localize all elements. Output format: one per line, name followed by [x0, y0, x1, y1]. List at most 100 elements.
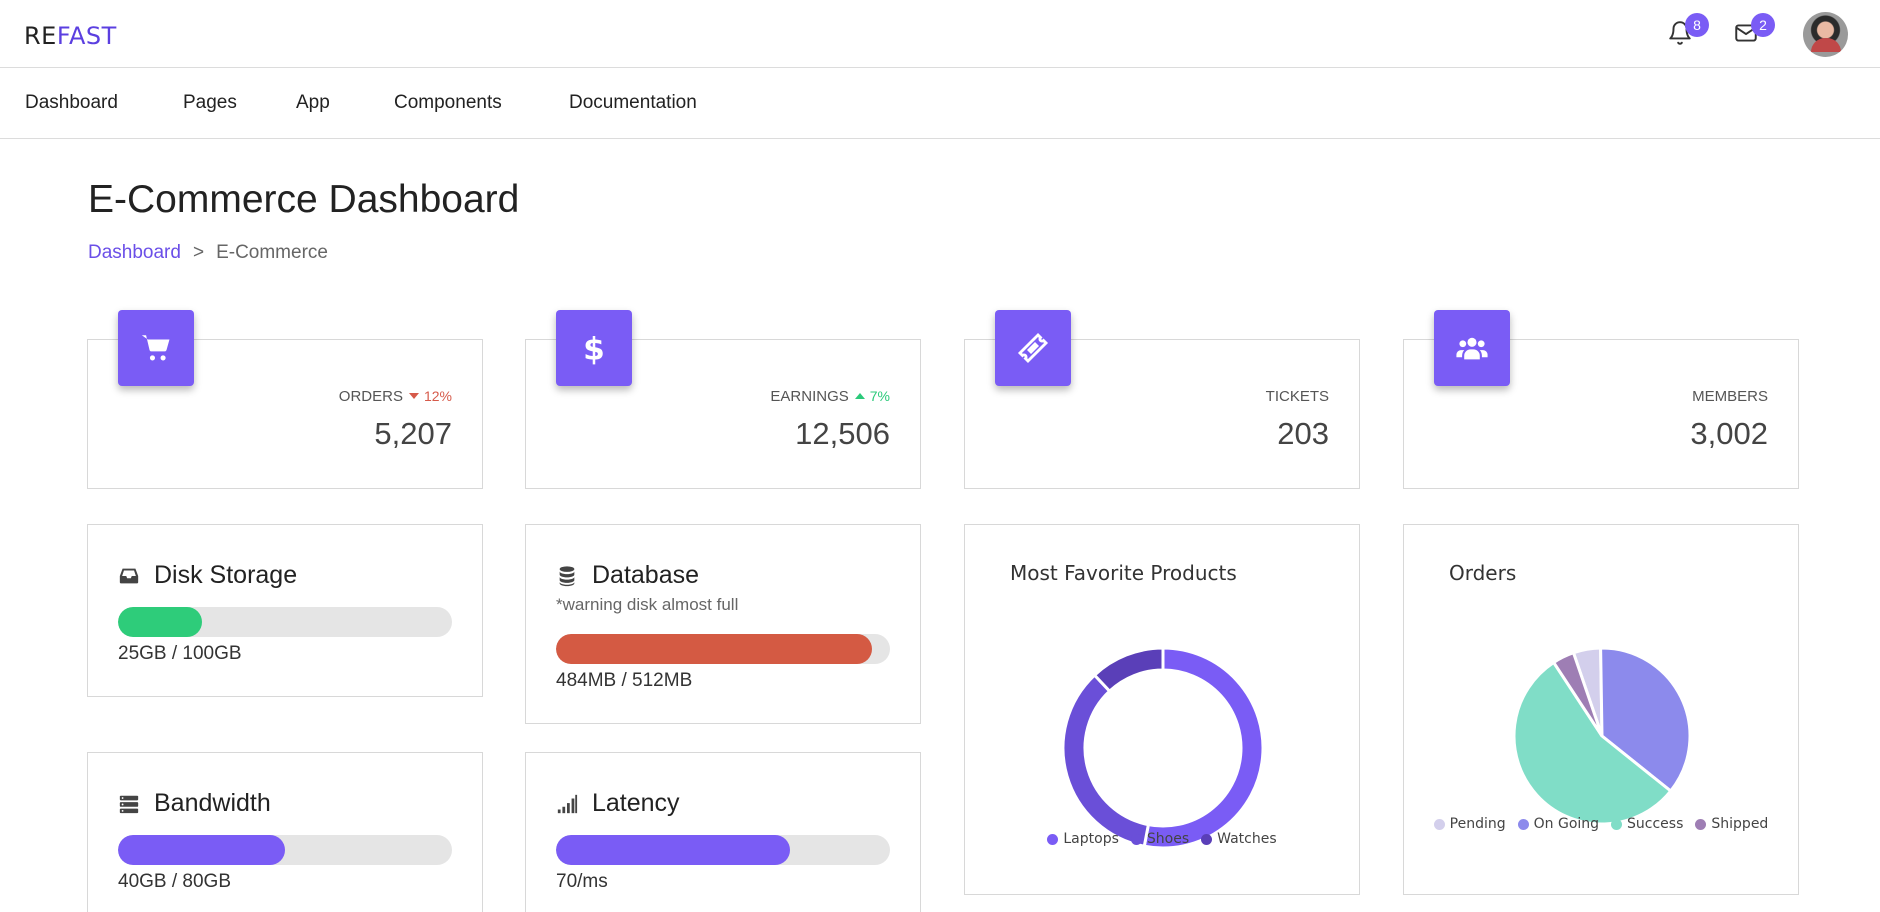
- orders-chart-card: Orders Pending On Going Success Shipped: [1403, 524, 1799, 895]
- latency-progress-fill: [556, 835, 790, 865]
- nav-item-components[interactable]: Components: [394, 92, 502, 114]
- trend-down-icon: [408, 393, 419, 399]
- users-icon: [1456, 337, 1488, 360]
- nav-item-dashboard[interactable]: Dashboard: [25, 92, 118, 114]
- bandwidth-card: Bandwidth 40GB / 80GB: [87, 752, 483, 912]
- disk-storage-title-row: Disk Storage: [118, 561, 297, 590]
- legend-item-success[interactable]: Success: [1611, 816, 1683, 833]
- orders-trend-value: 12%: [423, 388, 452, 404]
- latency-title: Latency: [592, 789, 680, 817]
- database-title-row: Database: [556, 561, 699, 590]
- legend-marker: [1695, 819, 1707, 830]
- database-icon: [559, 565, 575, 586]
- orders-trend: 12%: [408, 388, 452, 404]
- trend-up-icon: [854, 393, 865, 399]
- disk-storage-progress: [118, 607, 452, 637]
- breadcrumb-link-dashboard[interactable]: Dashboard: [88, 242, 181, 263]
- svg-text:$: $: [583, 331, 605, 365]
- nav-item-documentation[interactable]: Documentation: [569, 92, 697, 114]
- members-icon-box: [1434, 310, 1510, 386]
- logo[interactable]: REFAST: [24, 22, 117, 50]
- earnings-icon-box: $: [556, 310, 632, 386]
- orders-label: ORDERS: [338, 388, 403, 405]
- latency-card: Latency 70/ms: [525, 752, 921, 912]
- signal-icon: [557, 794, 578, 813]
- legend-item-shipped[interactable]: Shipped: [1695, 816, 1768, 833]
- nav-item-app[interactable]: App: [296, 92, 330, 114]
- members-value: 3,002: [1690, 416, 1768, 451]
- breadcrumb-current: E-Commerce: [216, 242, 328, 263]
- bandwidth-progress: [118, 835, 452, 865]
- database-progress-fill: [556, 634, 872, 664]
- orders-label-row: ORDERS 12%: [339, 388, 452, 405]
- earnings-label: EARNINGS: [770, 388, 849, 405]
- logo-accent: FAST: [56, 22, 117, 50]
- favorite-products-legend: Laptops Shoes Watches: [965, 831, 1359, 849]
- legend-marker: [1130, 834, 1142, 845]
- cart-icon: [141, 335, 170, 361]
- latency-value: 70/ms: [556, 871, 608, 892]
- avatar[interactable]: [1803, 12, 1848, 57]
- legend-label: Success: [1627, 816, 1684, 832]
- legend-item-shoes[interactable]: Shoes: [1130, 831, 1190, 848]
- members-label: MEMBERS: [1692, 388, 1768, 405]
- database-card: Database *warning disk almost full 484MB…: [525, 524, 921, 724]
- disk-storage-title: Disk Storage: [154, 561, 298, 589]
- notifications-button[interactable]: 8: [1667, 13, 1709, 48]
- legend-item-pending[interactable]: Pending: [1433, 816, 1506, 833]
- breadcrumb-separator: >: [192, 242, 205, 263]
- server-icon: [119, 795, 139, 813]
- top-bar: REFAST 8 2: [0, 0, 1880, 68]
- bandwidth-progress-fill: [118, 835, 285, 865]
- legend-label: Watches: [1217, 831, 1277, 847]
- bandwidth-value: 40GB / 80GB: [118, 871, 232, 892]
- orders-value: 5,207: [374, 416, 452, 451]
- orders-stat-card: ORDERS 12% 5,207: [87, 310, 483, 489]
- earnings-label-row: EARNINGS 7%: [770, 388, 890, 405]
- legend-marker: [1611, 819, 1623, 830]
- legend-label: Pending: [1449, 816, 1506, 832]
- members-label-row: MEMBERS: [1692, 388, 1768, 405]
- latency-title-row: Latency: [556, 789, 680, 818]
- earnings-stat-card: $ EARNINGS 7% 12,506: [525, 310, 921, 489]
- tickets-label: TICKETS: [1265, 388, 1329, 405]
- legend-label: Laptops: [1063, 831, 1119, 847]
- bandwidth-title-row: Bandwidth: [118, 789, 271, 818]
- logo-prefix: RE: [24, 22, 57, 50]
- orders-icon-box: [118, 310, 194, 386]
- tickets-label-row: TICKETS: [1266, 388, 1329, 405]
- slice-shoes[interactable]: [1061, 672, 1151, 848]
- legend-marker: [1517, 819, 1529, 830]
- legend-marker: [1433, 819, 1445, 830]
- messages-button[interactable]: 2: [1733, 13, 1775, 48]
- database-progress: [556, 634, 890, 664]
- favorite-products-card: Most Favorite Products Laptops Shoes Watch…: [964, 524, 1360, 895]
- ticket-icon: [1017, 332, 1049, 364]
- nav-item-pages[interactable]: Pages: [183, 92, 237, 114]
- database-title: Database: [592, 561, 700, 589]
- legend-label: On Going: [1533, 816, 1600, 832]
- legend-label: Shoes: [1146, 831, 1190, 847]
- disk-storage-value: 25GB / 100GB: [118, 643, 242, 664]
- earnings-value: 12,506: [795, 416, 890, 451]
- slice-watches[interactable]: [1092, 646, 1165, 694]
- favorite-products-donut-chart: [1061, 646, 1265, 850]
- bandwidth-title: Bandwidth: [154, 789, 271, 817]
- legend-marker: [1201, 834, 1213, 845]
- legend-label: Shipped: [1711, 816, 1769, 832]
- breadcrumb: Dashboard > E-Commerce: [88, 242, 328, 264]
- tickets-stat-card: TICKETS 203: [964, 310, 1360, 489]
- legend-item-on-going[interactable]: On Going: [1517, 816, 1600, 833]
- dollar-icon: $: [583, 331, 605, 365]
- legend-item-laptops[interactable]: Laptops: [1047, 831, 1119, 848]
- slice-laptops[interactable]: [1142, 646, 1265, 850]
- members-stat-card: MEMBERS 3,002: [1403, 310, 1799, 489]
- disk-storage-card: Disk Storage 25GB / 100GB: [87, 524, 483, 697]
- database-value: 484MB / 512MB: [556, 670, 693, 691]
- inbox-icon: [119, 568, 139, 583]
- tickets-icon-box: [995, 310, 1071, 386]
- legend-marker: [1047, 834, 1059, 845]
- database-warning-note: *warning disk almost full: [556, 595, 739, 614]
- legend-item-watches[interactable]: Watches: [1201, 831, 1277, 848]
- orders-chart-legend: Pending On Going Success Shipped: [1404, 816, 1798, 834]
